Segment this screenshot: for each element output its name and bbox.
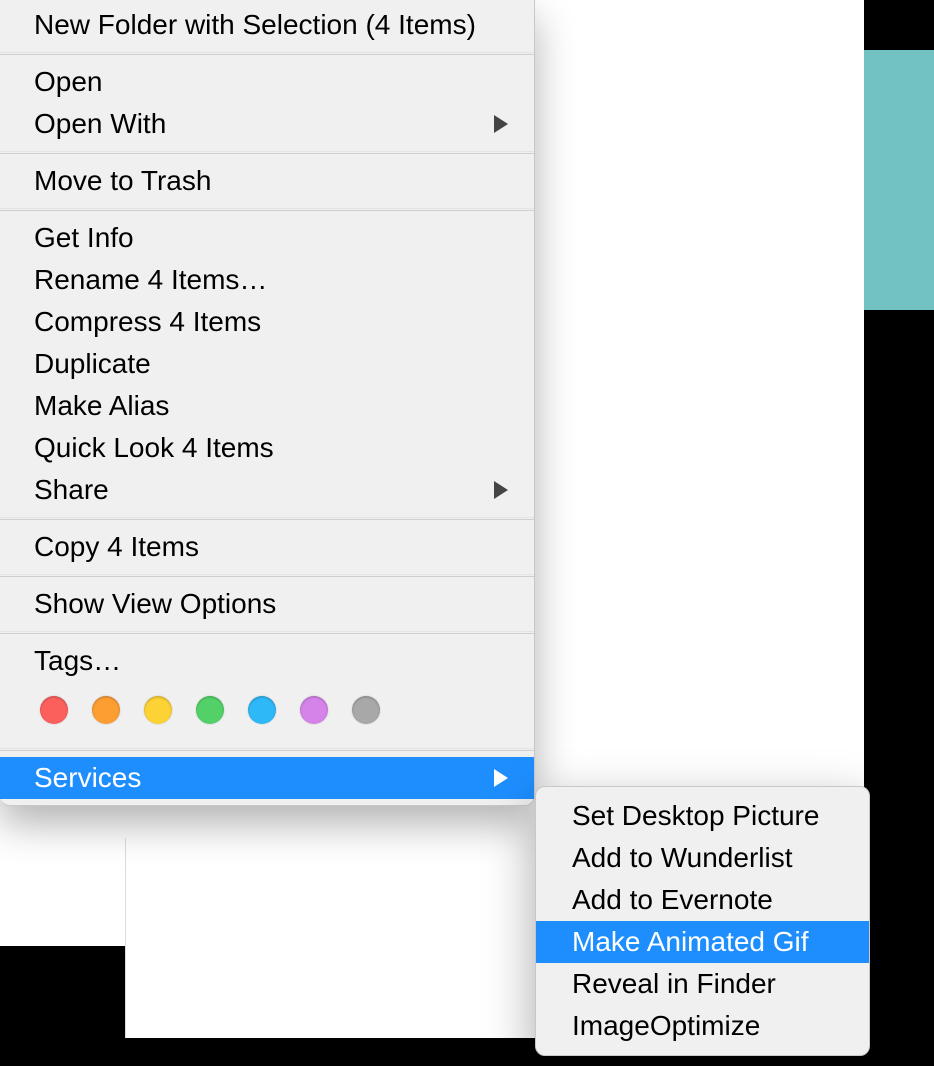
menu-new-folder-with-selection[interactable]: New Folder with Selection (4 Items) [0,4,534,46]
submenu-set-desktop-picture[interactable]: Set Desktop Picture [536,795,869,837]
tag-green[interactable] [196,696,224,724]
menu-share[interactable]: Share [0,469,534,511]
menu-label: Move to Trash [34,162,211,200]
menu-make-alias[interactable]: Make Alias [0,385,534,427]
submenu-make-animated-gif[interactable]: Make Animated Gif [536,921,869,963]
background-finder-panel [125,838,536,1038]
menu-label: Compress 4 Items [34,303,261,341]
tag-yellow[interactable] [144,696,172,724]
menu-rename-items[interactable]: Rename 4 Items… [0,259,534,301]
menu-quick-look[interactable]: Quick Look 4 Items [0,427,534,469]
submenu-arrow-icon [494,769,508,787]
menu-separator [0,151,534,154]
menu-label: Tags… [34,642,121,680]
submenu-reveal-in-finder[interactable]: Reveal in Finder [536,963,869,1005]
menu-label: Duplicate [34,345,151,383]
submenu-label: Reveal in Finder [572,968,776,999]
submenu-label: ImageOptimize [572,1010,760,1041]
tag-blue[interactable] [248,696,276,724]
menu-separator [0,748,534,751]
submenu-label: Set Desktop Picture [572,800,819,831]
tag-color-row [0,682,534,742]
context-menu: New Folder with Selection (4 Items) Open… [0,0,535,806]
menu-open[interactable]: Open [0,61,534,103]
submenu-add-to-evernote[interactable]: Add to Evernote [536,879,869,921]
menu-label: New Folder with Selection (4 Items) [34,6,476,44]
tag-purple[interactable] [300,696,328,724]
menu-label: Services [34,759,141,797]
submenu-image-optimize[interactable]: ImageOptimize [536,1005,869,1047]
menu-duplicate[interactable]: Duplicate [0,343,534,385]
menu-move-to-trash[interactable]: Move to Trash [0,160,534,202]
submenu-arrow-icon [494,115,508,133]
menu-label: Make Alias [34,387,169,425]
menu-separator [0,517,534,520]
submenu-label: Make Animated Gif [572,926,809,957]
submenu-arrow-icon [494,481,508,499]
menu-tags[interactable]: Tags… [0,640,534,682]
tag-orange[interactable] [92,696,120,724]
menu-get-info[interactable]: Get Info [0,217,534,259]
menu-label: Get Info [34,219,134,257]
background-teal-strip [864,50,934,310]
menu-label: Open [34,63,103,101]
menu-label: Open With [34,105,166,143]
menu-separator [0,52,534,55]
submenu-add-to-wunderlist[interactable]: Add to Wunderlist [536,837,869,879]
menu-label: Rename 4 Items… [34,261,267,299]
menu-show-view-options[interactable]: Show View Options [0,583,534,625]
menu-label: Quick Look 4 Items [34,429,274,467]
menu-separator [0,574,534,577]
tag-gray[interactable] [352,696,380,724]
menu-label: Copy 4 Items [34,528,199,566]
menu-label: Show View Options [34,585,276,623]
services-submenu: Set Desktop Picture Add to Wunderlist Ad… [535,786,870,1056]
menu-separator [0,631,534,634]
menu-label: Share [34,471,109,509]
menu-open-with[interactable]: Open With [0,103,534,145]
tag-red[interactable] [40,696,68,724]
menu-compress-items[interactable]: Compress 4 Items [0,301,534,343]
menu-services[interactable]: Services [0,757,534,799]
submenu-label: Add to Evernote [572,884,773,915]
submenu-label: Add to Wunderlist [572,842,793,873]
menu-copy-items[interactable]: Copy 4 Items [0,526,534,568]
menu-separator [0,208,534,211]
